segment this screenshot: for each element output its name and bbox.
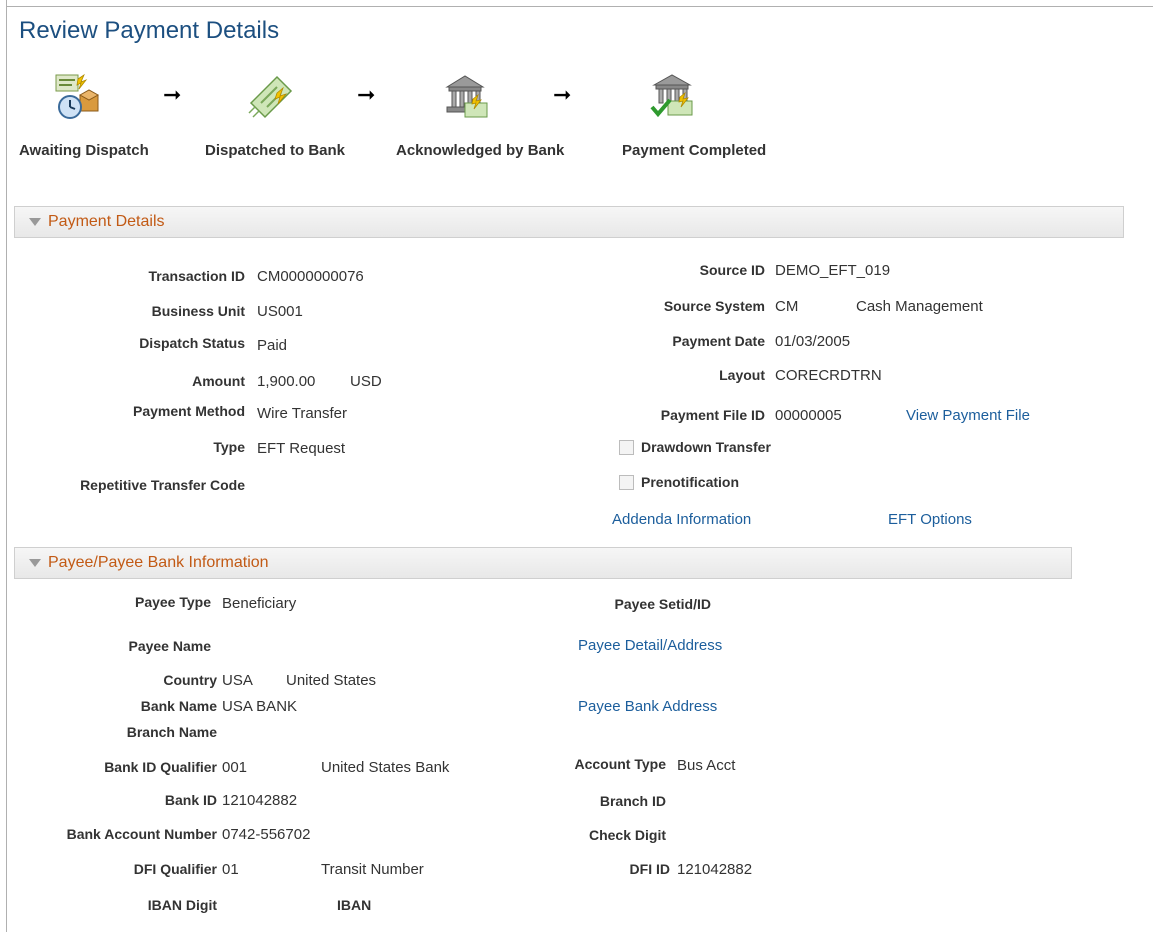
country-label: Country <box>163 672 217 688</box>
payee-type-label: Payee Type <box>134 594 211 610</box>
country-code: USA <box>222 672 253 689</box>
addenda-information-link[interactable]: Addenda Information <box>612 511 751 528</box>
country-name: United States <box>286 672 377 689</box>
awaiting-dispatch-icon <box>55 73 100 119</box>
layout-value: CORECRDTRN <box>775 367 882 384</box>
repetitive-transfer-code-label: Repetitive Transfer Code <box>80 477 245 493</box>
transaction-id-label: Transaction ID <box>148 268 245 284</box>
business-unit-label: Business Unit <box>151 303 245 319</box>
drawdown-transfer-label: Drawdown Transfer <box>641 439 771 455</box>
iban-digit-label: IBAN Digit <box>147 897 217 913</box>
payee-detail-address-link[interactable]: Payee Detail/Address <box>578 637 722 654</box>
payee-bank-section-title: Payee/Payee Bank Information <box>48 554 269 571</box>
amount-label: Amount <box>192 373 245 389</box>
dfi-id-value: 121042882 <box>677 861 753 878</box>
payment-file-id-value: 00000005 <box>775 407 842 424</box>
bank-account-number-label: Bank Account Number <box>66 826 217 842</box>
bank-id-qualifier-name: United States Bank <box>321 759 450 776</box>
source-id-label: Source ID <box>699 262 765 278</box>
bank-id-value: 121042882 <box>222 792 298 809</box>
prenotification-label: Prenotification <box>641 474 740 490</box>
dfi-id-label: DFI ID <box>629 861 670 877</box>
step-label-dispatched-to-bank: Dispatched to Bank <box>205 142 346 159</box>
step-arrow-icon: ➞ <box>553 82 572 107</box>
dispatched-to-bank-icon <box>248 75 293 119</box>
payment-date-label: Payment Date <box>672 333 765 349</box>
branch-id-label: Branch ID <box>599 793 666 809</box>
drawdown-transfer-checkbox[interactable] <box>619 440 634 455</box>
bank-id-label: Bank ID <box>164 792 217 808</box>
transaction-id-value: CM0000000076 <box>257 268 364 285</box>
source-system-name: Cash Management <box>856 298 983 315</box>
step-label-awaiting-dispatch: Awaiting Dispatch <box>19 142 149 159</box>
payment-details-section-header[interactable]: Payment Details <box>14 206 1124 238</box>
dispatch-status-value: Paid <box>257 337 288 354</box>
view-payment-file-link[interactable]: View Payment File <box>906 407 1030 424</box>
payment-file-id-label: Payment File ID <box>660 407 765 423</box>
step-arrow-icon: ➞ <box>357 82 376 107</box>
payment-method-label: Payment Method <box>132 403 245 419</box>
acknowledged-by-bank-icon <box>445 75 488 118</box>
payee-bank-address-link[interactable]: Payee Bank Address <box>578 698 717 715</box>
check-digit-label: Check Digit <box>588 827 666 843</box>
layout-label: Layout <box>719 367 765 383</box>
prenotification-checkbox[interactable] <box>619 475 634 490</box>
payee-bank-section-header[interactable]: Payee/Payee Bank Information <box>14 547 1072 579</box>
source-id-value: DEMO_EFT_019 <box>775 262 891 279</box>
bank-id-qualifier-label: Bank ID Qualifier <box>104 759 217 775</box>
source-system-label: Source System <box>663 298 765 314</box>
page-frame-top-border <box>6 6 1153 7</box>
collapse-triangle-icon[interactable] <box>29 218 41 226</box>
page-title: Review Payment Details <box>19 17 280 44</box>
eft-options-link[interactable]: EFT Options <box>888 511 972 528</box>
amount-currency: USD <box>350 373 382 390</box>
type-label: Type <box>213 439 245 455</box>
account-type-label: Account Type <box>574 756 666 772</box>
step-arrow-icon: ➞ <box>163 82 182 107</box>
bank-name-label: Bank Name <box>140 698 217 714</box>
branch-name-label: Branch Name <box>126 724 217 740</box>
business-unit-value: US001 <box>257 303 303 320</box>
payment-details-section-title: Payment Details <box>48 213 165 230</box>
page-frame-left-border <box>6 0 7 932</box>
amount-value: 1,900.00 <box>257 373 316 390</box>
payee-name-label: Payee Name <box>128 638 211 654</box>
step-label-payment-completed: Payment Completed <box>622 142 767 159</box>
dispatch-status-label: Dispatch Status <box>139 335 245 351</box>
payment-method-value: Wire Transfer <box>257 405 348 422</box>
payment-completed-icon <box>650 74 693 118</box>
step-label-acknowledged-by-bank: Acknowledged by Bank <box>396 142 565 159</box>
payee-setid-label: Payee Setid/ID <box>614 596 712 612</box>
account-type-value: Bus Acct <box>677 757 736 774</box>
payee-type-value: Beneficiary <box>222 595 297 612</box>
collapse-triangle-icon[interactable] <box>29 559 41 567</box>
iban-label: IBAN <box>337 897 372 913</box>
payment-date-value: 01/03/2005 <box>775 333 851 350</box>
source-system-code: CM <box>775 298 799 315</box>
bank-name-value: USA BANK <box>222 698 298 715</box>
dfi-qualifier-name: Transit Number <box>321 861 424 878</box>
dfi-qualifier-code: 01 <box>222 861 239 878</box>
bank-account-number-value: 0742-556702 <box>222 826 311 843</box>
dfi-qualifier-label: DFI Qualifier <box>133 861 217 877</box>
bank-id-qualifier-code: 001 <box>222 759 248 776</box>
type-value: EFT Request <box>257 440 346 457</box>
